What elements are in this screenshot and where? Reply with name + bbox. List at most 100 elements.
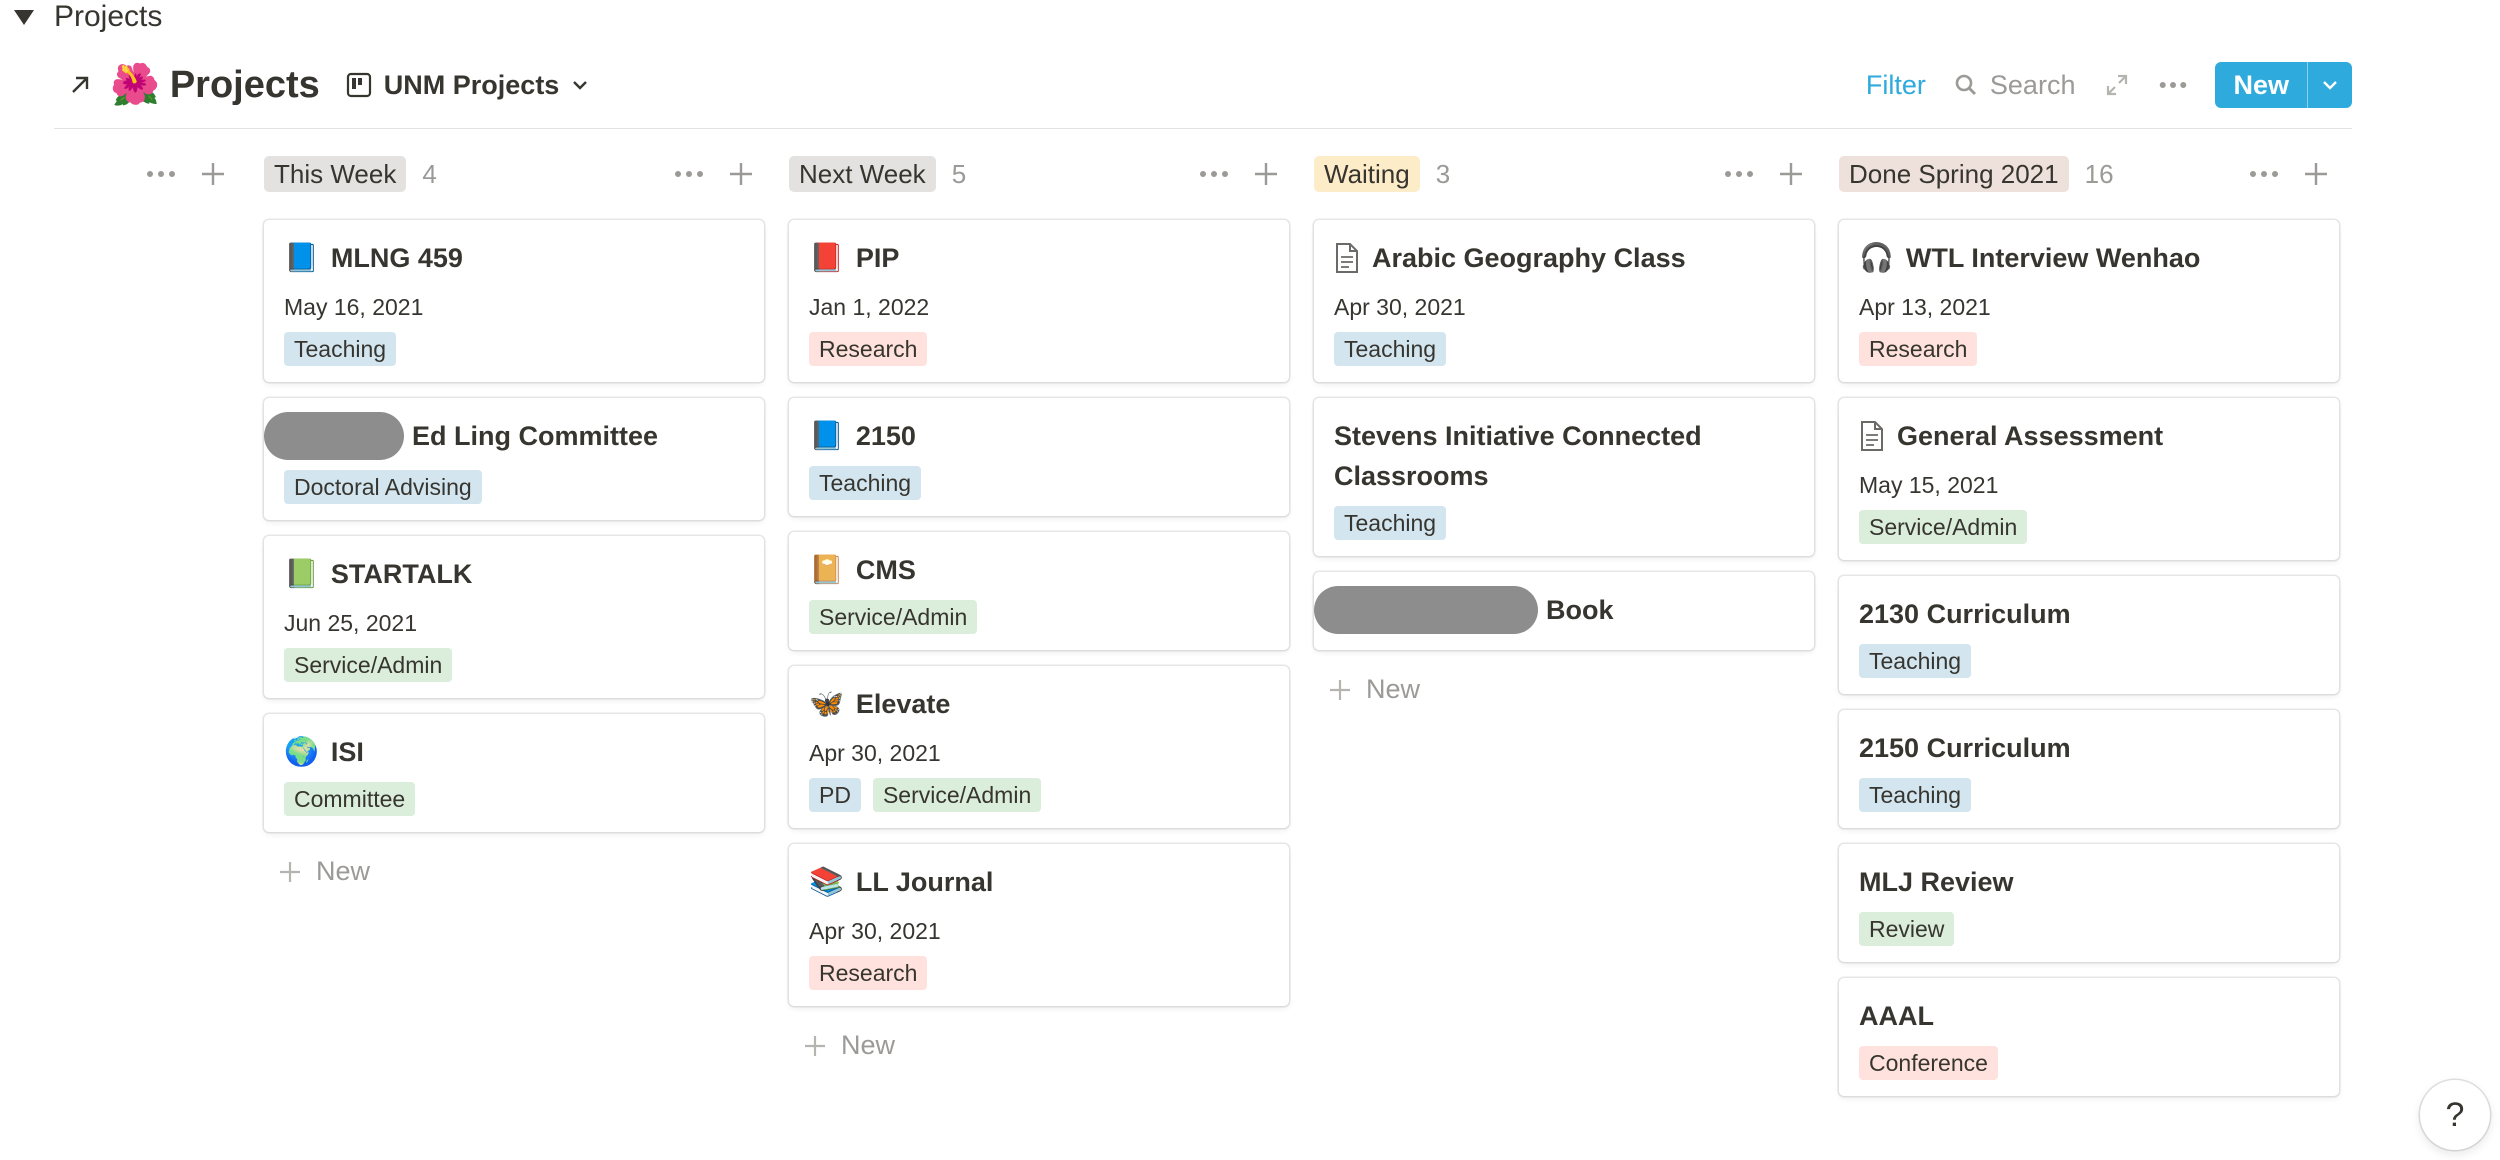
column-header[interactable]: Waiting 3 (1314, 150, 1814, 198)
new-card-label: New (841, 1030, 896, 1060)
toggle-triangle-icon[interactable] (14, 9, 34, 25)
board-card[interactable]: Stevens Initiative Connected Classrooms T… (1314, 398, 1814, 556)
title-group: 🌺 Projects UNM Projects (66, 57, 589, 113)
tag-pill: PD (809, 778, 861, 812)
card-tags: Doctoral Advising (284, 470, 744, 504)
card-title: STARTALK (330, 559, 473, 589)
card-title-row: 📘 MLNG 459 (284, 238, 744, 278)
group-count: 3 (1435, 158, 1451, 189)
projects-toggle[interactable]: Projects (14, 0, 162, 34)
column-add-button[interactable] (1253, 161, 1279, 187)
column-options-button[interactable] (1724, 160, 1754, 188)
search-icon (1955, 74, 1976, 95)
card-tags: Teaching (1859, 778, 2319, 812)
card-title: 2150 Curriculum (1859, 733, 2071, 763)
new-button[interactable]: New (2215, 62, 2308, 108)
tag-pill: Committee (284, 782, 416, 816)
column-add-button[interactable] (728, 161, 754, 187)
column-options-button[interactable] (146, 160, 176, 188)
document-icon (1861, 421, 1883, 451)
redacted-block (264, 412, 404, 460)
tag-pill: Review (1859, 912, 1955, 946)
column-header[interactable]: Next Week 5 (789, 150, 1289, 198)
column-header[interactable]: Done Spring 2021 16 (1839, 150, 2339, 198)
tag-pill: Research (809, 332, 928, 366)
more-options-button[interactable] (2159, 71, 2187, 99)
board-card[interactable]: 📘 2150 Teaching (789, 398, 1289, 516)
plus-icon (730, 163, 752, 185)
view-switcher[interactable]: UNM Projects (346, 70, 590, 101)
more-dots-icon (1200, 171, 1228, 177)
board-card[interactable]: 2130 Curriculum Teaching (1839, 576, 2339, 694)
card-title: Stevens Initiative Connected Classrooms (1334, 421, 1702, 491)
open-as-page-icon[interactable] (66, 71, 94, 99)
card-title: AAAL (1859, 1001, 1934, 1031)
column-add-button[interactable] (1778, 161, 1804, 187)
tag-pill: Teaching (1859, 644, 1972, 678)
tag-pill: Teaching (1334, 506, 1447, 540)
card-title-row: 🌍 ISI (284, 732, 744, 772)
column-options-button[interactable] (1199, 160, 1229, 188)
board-card[interactable]: 🌍 ISI Committee (264, 714, 764, 832)
column-actions (1199, 160, 1279, 188)
board-card[interactable]: 📔 CMS Service/Admin (789, 532, 1289, 650)
board-card[interactable]: Arabic Geography Class Apr 30, 2021 Teachi… (1314, 220, 1814, 382)
column-add-button[interactable] (200, 161, 226, 187)
card-title: 2150 (855, 421, 916, 451)
card-list: 📘 MLNG 459 May 16, 2021 Teaching Ed Ling Com… (264, 220, 764, 832)
card-date: May 16, 2021 (284, 294, 424, 320)
board-card[interactable]: AAAL Conference (1839, 978, 2339, 1096)
chevron-down-icon (573, 81, 588, 90)
board-card[interactable]: 2150 Curriculum Teaching (1839, 710, 2339, 828)
page-emoji-icon: 🌍 (284, 736, 319, 767)
card-title-row: 🦋 Elevate (809, 684, 1269, 724)
help-button[interactable]: ? (2420, 1080, 2490, 1150)
card-title-row: 2130 Curriculum (1859, 594, 2319, 634)
board-column: Done Spring 2021 16 🎧 WTL Interview Wenhao A… (1839, 150, 2339, 1112)
expand-icon (2107, 74, 2128, 96)
card-tags: Review (1859, 912, 2319, 946)
page-emoji-icon: 📗 (284, 558, 319, 589)
card-title-row: AAAL (1859, 996, 2319, 1036)
new-options-button[interactable] (2308, 62, 2352, 108)
page-title[interactable]: Projects (170, 64, 320, 107)
column-header[interactable]: This Week 4 (264, 150, 764, 198)
column-options-button[interactable] (2249, 160, 2279, 188)
new-card-button[interactable]: New (1314, 666, 1814, 713)
plus-icon (1330, 679, 1350, 700)
new-card-button[interactable]: New (264, 848, 764, 895)
chevron-down-icon (2323, 81, 2337, 90)
board-card[interactable]: Ed Ling Committee Doctoral Advising (264, 398, 764, 520)
search-label: Search (1989, 69, 2076, 100)
board-card[interactable]: 📚 LL Journal Apr 30, 2021 Research (789, 844, 1289, 1006)
column-add-button[interactable] (2303, 161, 2329, 187)
card-tags: Teaching (284, 332, 744, 366)
board-card[interactable]: Book (1314, 572, 1814, 650)
group-count: 16 (2084, 158, 2114, 189)
card-title: MLNG 459 (330, 243, 463, 273)
new-card-button[interactable]: New (789, 1022, 1289, 1069)
card-title: LL Journal (855, 867, 994, 897)
filter-button[interactable]: Filter (1866, 70, 1926, 101)
new-card-label: New (316, 856, 371, 886)
board-card[interactable]: 🦋 Elevate Apr 30, 2021 PD Service/Admin (789, 666, 1289, 828)
card-tags: Committee (284, 782, 744, 816)
card-tags: Service/Admin (1859, 510, 2319, 544)
card-date: Jan 1, 2022 (809, 294, 930, 320)
board-card[interactable]: 📘 MLNG 459 May 16, 2021 Teaching (264, 220, 764, 382)
more-dots-icon (2160, 82, 2187, 88)
board-card[interactable]: 🎧 WTL Interview Wenhao Apr 13, 2021 Researc… (1839, 220, 2339, 382)
no-status-column-actions (146, 160, 226, 188)
card-title: General Assessment (1897, 421, 2164, 451)
card-date: Apr 30, 2021 (809, 918, 941, 944)
board-card[interactable]: General Assessment May 15, 2021 Service/Ad… (1839, 398, 2339, 560)
group-label: This Week (264, 156, 407, 192)
board-card[interactable]: MLJ Review Review (1839, 844, 2339, 962)
column-options-button[interactable] (674, 160, 704, 188)
board-card[interactable]: 📕 PIP Jan 1, 2022 Research (789, 220, 1289, 382)
search-button[interactable]: Search (1954, 69, 2076, 101)
tag-pill: Research (1859, 332, 1978, 366)
expand-button[interactable] (2103, 71, 2131, 99)
board-card[interactable]: 📗 STARTALK Jun 25, 2021 Service/Admin (264, 536, 764, 698)
page-emoji-icon: 📔 (809, 554, 844, 585)
